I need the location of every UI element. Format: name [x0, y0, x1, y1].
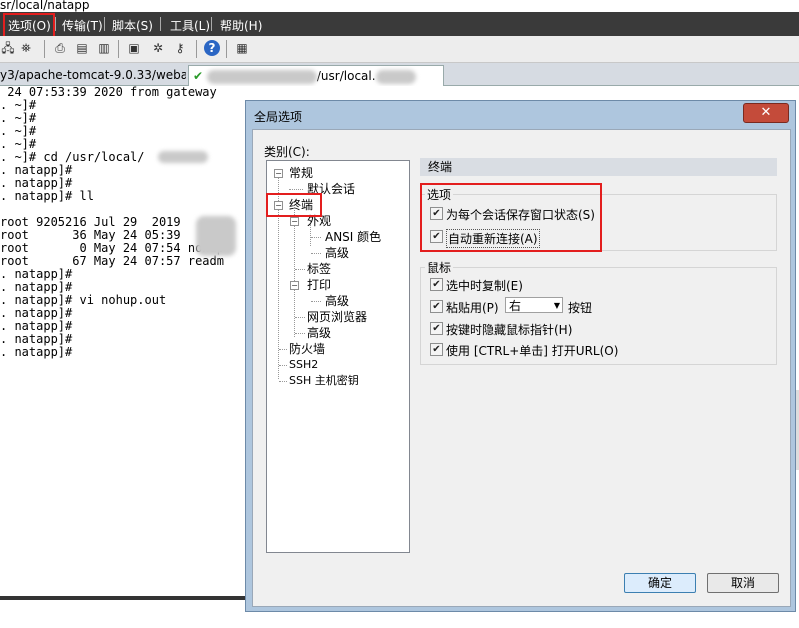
- mouse-group-title: 鼠标: [425, 259, 454, 276]
- collapse-icon[interactable]: −: [290, 281, 299, 290]
- dropdown-arrow-icon: ▼: [553, 301, 560, 310]
- menu-separator: [211, 17, 212, 31]
- open-url-checkbox[interactable]: ✔: [430, 343, 443, 356]
- toolbar-separator: [118, 40, 119, 58]
- tree-item-appearance-advanced[interactable]: 高级: [325, 246, 349, 260]
- cancel-button[interactable]: 取消: [707, 573, 779, 593]
- copy-on-select-checkbox[interactable]: ✔: [430, 278, 443, 291]
- connected-check-icon: ✔: [193, 69, 204, 83]
- category-label: 类别(C):: [264, 145, 310, 159]
- tree-line: [289, 189, 303, 190]
- button-suffix-label: 按钮: [568, 301, 593, 315]
- paste-button-select[interactable]: 右 ▼: [505, 297, 563, 313]
- menu-tools[interactable]: 工具(L): [170, 17, 210, 34]
- sftp-icon[interactable]: ▦: [234, 40, 250, 56]
- tree-item-print-advanced[interactable]: 高级: [325, 294, 349, 308]
- tree-line: [295, 269, 305, 270]
- tab-tomcat[interactable]: y3/apache-tomcat-9.0.33/webapps: [0, 65, 186, 85]
- tree-line: [295, 317, 305, 318]
- tree-line: [311, 237, 321, 238]
- tree-line: [279, 381, 287, 382]
- session-icon[interactable]: 🖧: [0, 40, 16, 56]
- toolbar-separator: [196, 40, 197, 58]
- ok-button[interactable]: 确定: [624, 573, 696, 593]
- menu-transfer[interactable]: 传输(T): [62, 17, 103, 34]
- redacted-host: [375, 69, 416, 84]
- menu-separator: [55, 17, 56, 31]
- menu-separator: [160, 17, 161, 31]
- print-setup-icon[interactable]: ▤: [74, 40, 90, 56]
- open-url-label: 使用 [CTRL+单击] 打开URL(O): [446, 344, 619, 358]
- tree-line: [310, 224, 311, 246]
- collapse-icon[interactable]: −: [290, 217, 299, 226]
- terminal-highlight-box: [266, 193, 322, 217]
- options-highlight-box: [420, 183, 602, 252]
- terminal-line: . natapp]#: [0, 345, 73, 359]
- dialog-title: 全局选项: [254, 110, 303, 124]
- tree-item-ansi-color[interactable]: ANSI 颜色: [325, 230, 381, 244]
- hide-pointer-label: 按键时隐藏鼠标指针(H): [446, 323, 573, 337]
- tab-natapp[interactable]: ✔ /usr/local.: [188, 65, 444, 86]
- section-header: 终端: [420, 158, 777, 176]
- toolbar-separator: [44, 40, 45, 58]
- category-tree: − 常规 默认会话 − 终端 − 外观 ANSI 颜色 高级 标签 − 打印 高…: [266, 160, 410, 553]
- tree-line: [279, 365, 287, 366]
- tree-item-web-browser[interactable]: 网页浏览器: [307, 310, 367, 324]
- window-title: sr/local/natapp: [0, 0, 799, 12]
- tree-line: [295, 333, 305, 334]
- redacted-host: [206, 69, 317, 84]
- menu-bar: 选项(O) 传输(T) 脚本(S) 工具(L) 帮助(H): [0, 12, 799, 36]
- global-options-icon[interactable]: ✲: [150, 40, 166, 56]
- terminal-output[interactable]: 24 07:53:39 2020 from gateway. ~]#. ~]#.…: [0, 86, 248, 606]
- key-icon[interactable]: ⚷: [172, 40, 188, 56]
- paste-with-label: 粘贴用(P): [446, 301, 499, 315]
- global-options-dialog: 全局选项 ✕ 类别(C): − 常规 默认会话 − 终端 − 外观 ANSI 颜…: [245, 100, 796, 612]
- terminal-bottom-border: [0, 596, 245, 600]
- tree-item-ssh-host-keys[interactable]: SSH 主机密钥: [289, 374, 359, 388]
- print-icon[interactable]: ⎙: [52, 40, 68, 56]
- dialog-body: 类别(C): − 常规 默认会话 − 终端 − 外观 ANSI 颜色 高级 标签…: [252, 129, 791, 607]
- tab-natapp-path: /usr/local.: [316, 69, 376, 83]
- tree-line: [279, 349, 287, 350]
- tree-line: [311, 253, 321, 254]
- session-tab-bar: y3/apache-tomcat-9.0.33/webapps ✔ /usr/l…: [0, 63, 799, 86]
- tree-item-terminal-advanced[interactable]: 高级: [307, 326, 331, 340]
- tree-item-print[interactable]: 打印: [307, 278, 331, 292]
- toolbar-separator: [226, 40, 227, 58]
- help-icon[interactable]: ?: [204, 40, 220, 56]
- collapse-icon[interactable]: −: [274, 169, 283, 178]
- tree-item-ssh2[interactable]: SSH2: [289, 358, 318, 372]
- paste-with-checkbox[interactable]: ✔: [430, 300, 443, 313]
- close-button[interactable]: ✕: [743, 103, 789, 123]
- tree-item-firewall[interactable]: 防火墙: [289, 342, 325, 356]
- paste-button-value: 右: [509, 299, 522, 313]
- terminal-line: . natapp]# ll: [0, 189, 94, 203]
- toolbar: 🖧 ⛯ ⎙ ▤ ▥ ▣ ✲ ⚷ ? ▦: [0, 36, 799, 63]
- find-icon[interactable]: ⛯: [18, 40, 34, 56]
- menu-help[interactable]: 帮助(H): [220, 17, 262, 34]
- hide-pointer-checkbox[interactable]: ✔: [430, 322, 443, 335]
- redacted-text: [196, 216, 236, 256]
- printer-icon[interactable]: ▥: [96, 40, 112, 56]
- redacted-text: [158, 151, 208, 163]
- menu-separator: [104, 17, 105, 31]
- menu-script[interactable]: 脚本(S): [112, 17, 153, 34]
- tree-line: [311, 301, 321, 302]
- copy-on-select-label: 选中时复制(E): [446, 279, 523, 293]
- tree-item-tabs[interactable]: 标签: [307, 262, 331, 276]
- session-options-icon[interactable]: ▣: [126, 40, 142, 56]
- tree-item-general[interactable]: 常规: [289, 166, 313, 180]
